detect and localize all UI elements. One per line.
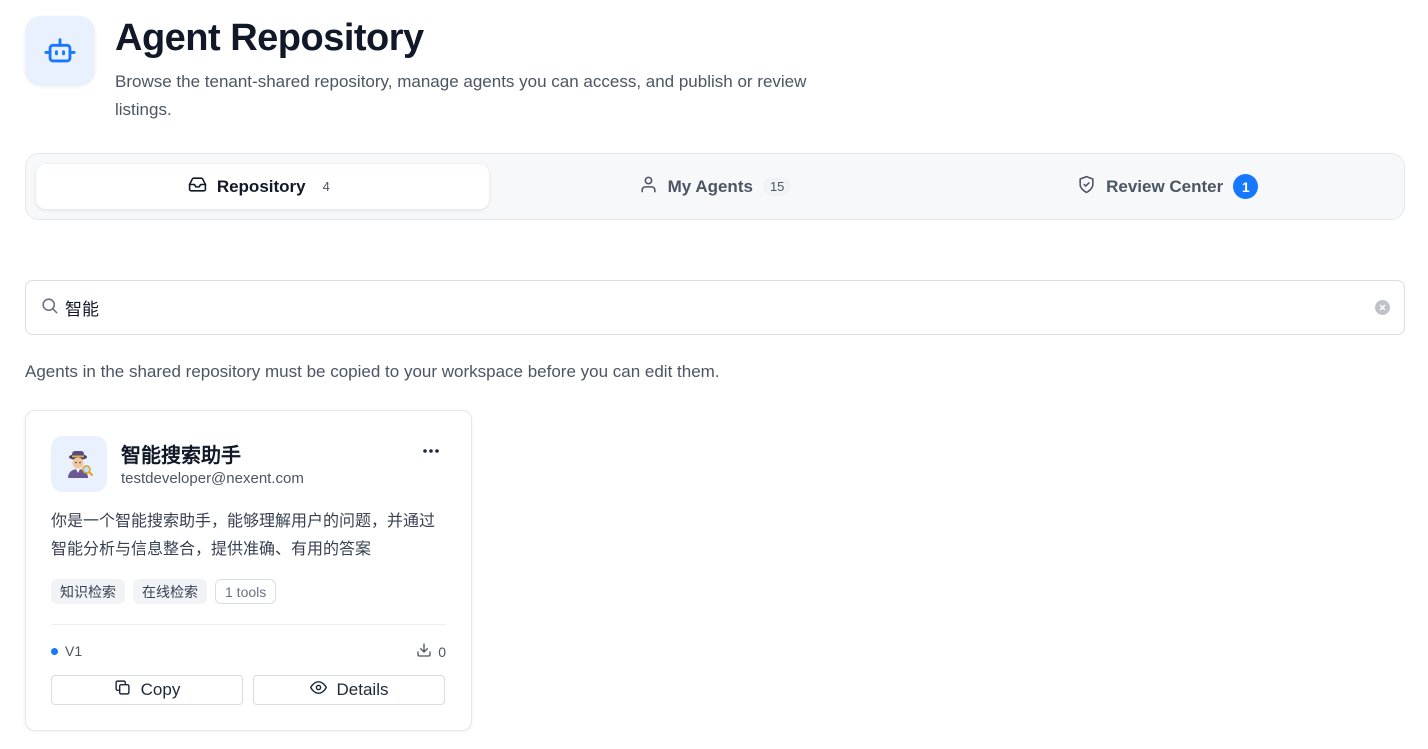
version-indicator: V1 <box>51 643 82 659</box>
tab-bar: Repository 4 My Agents 15 Review Center … <box>25 153 1405 220</box>
page-subtitle: Browse the tenant-shared repository, man… <box>115 72 807 119</box>
tab-count: 15 <box>762 177 792 196</box>
agent-tags: 知识检索 在线检索 1 tools <box>51 579 277 604</box>
details-button[interactable]: Details <box>253 675 445 705</box>
shield-check-icon <box>1077 175 1096 199</box>
tools-count-tag: 1 tools <box>215 579 277 604</box>
copy-label: Copy <box>140 680 181 699</box>
header-robot-icon <box>25 16 95 86</box>
page-title: Agent Repository <box>115 17 424 59</box>
tab-my-agents[interactable]: My Agents 15 <box>489 164 942 209</box>
copy-notice: Agents in the shared repository must be … <box>25 362 720 381</box>
download-count-value: 0 <box>438 643 446 660</box>
tab-count: 4 <box>322 179 330 194</box>
more-options-button[interactable] <box>418 441 444 461</box>
tag: 在线检索 <box>133 579 207 604</box>
search-bar <box>25 280 1405 335</box>
download-count: 0 <box>416 642 446 661</box>
search-icon <box>40 296 59 320</box>
detective-icon <box>68 451 93 478</box>
copy-button[interactable]: Copy <box>51 675 243 705</box>
version-label: V1 <box>65 643 83 659</box>
tab-label: My Agents <box>667 176 753 196</box>
tab-label: Review Center <box>1106 176 1224 196</box>
download-icon <box>416 642 432 661</box>
review-count-badge: 1 <box>1233 174 1259 199</box>
search-input[interactable] <box>65 297 1375 318</box>
agent-title: 智能搜索助手 <box>121 443 241 467</box>
tab-repository[interactable]: Repository 4 <box>36 164 489 209</box>
agent-card[interactable]: 智能搜索助手 testdeveloper@nexent.com 你是一个智能搜索… <box>25 410 472 731</box>
card-divider <box>51 624 446 625</box>
version-dot <box>51 647 58 655</box>
agent-avatar <box>51 436 107 492</box>
inbox-icon <box>188 175 207 199</box>
tab-review-center[interactable]: Review Center 1 <box>941 164 1394 209</box>
tab-label: Repository <box>216 176 306 196</box>
agent-description: 你是一个智能搜索助手，能够理解用户的问题，并通过智能分析与信息整合，提供准确、有… <box>51 511 436 558</box>
more-icon <box>423 449 439 453</box>
user-icon <box>639 175 658 199</box>
copy-icon <box>114 679 131 701</box>
agent-author: testdeveloper@nexent.com <box>121 470 304 487</box>
eye-icon <box>309 679 327 701</box>
details-label: Details <box>336 680 389 699</box>
tag: 知识检索 <box>51 579 125 604</box>
clear-search-icon[interactable] <box>1375 300 1390 315</box>
